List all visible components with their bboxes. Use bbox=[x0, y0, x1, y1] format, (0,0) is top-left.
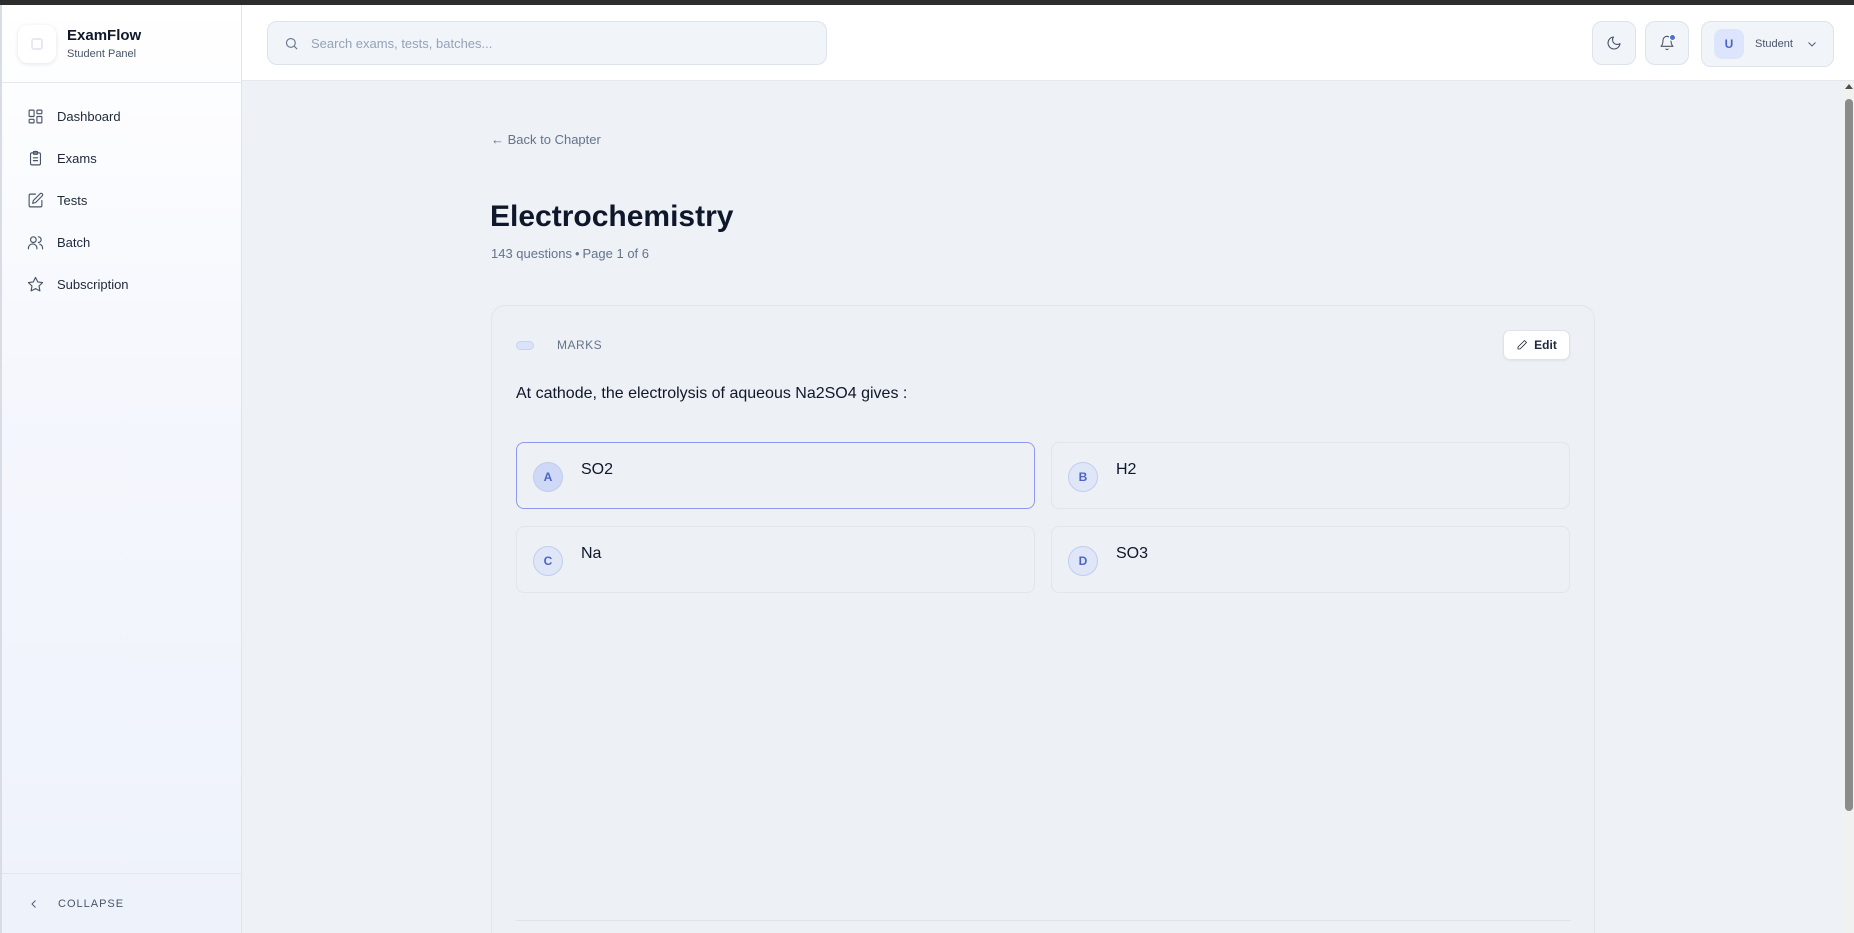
page-scrollbar[interactable] bbox=[1844, 81, 1854, 933]
marks-label: MARKS bbox=[557, 338, 603, 352]
back-to-chapter-link[interactable]: ← Back to Chapter bbox=[491, 132, 601, 147]
option-letter: D bbox=[1068, 546, 1098, 576]
search-input[interactable] bbox=[311, 35, 811, 51]
pencil-icon bbox=[1517, 340, 1528, 350]
scroll-thumb[interactable] bbox=[1845, 99, 1853, 811]
option-a[interactable]: A SO2 bbox=[516, 442, 1035, 509]
sidebar-item-label: Exams bbox=[57, 150, 97, 166]
option-text: Na bbox=[581, 545, 602, 562]
theme-toggle-button[interactable] bbox=[1592, 21, 1636, 65]
option-d[interactable]: D SO3 bbox=[1051, 526, 1570, 593]
sidebar-nav: Dashboard Exams Tests Batch Subscription bbox=[2, 83, 241, 305]
collapse-label: COLLAPSE bbox=[58, 897, 125, 910]
sidebar-item-dashboard[interactable]: Dashboard bbox=[2, 95, 241, 137]
option-c[interactable]: C Na bbox=[516, 526, 1035, 593]
notification-dot bbox=[1669, 34, 1676, 41]
chapter-meta: 143 questions • Page 1 of 6 bbox=[491, 246, 649, 261]
option-b[interactable]: B H2 bbox=[1051, 442, 1570, 509]
option-text: SO2 bbox=[581, 461, 614, 478]
brand: ExamFlow Student Panel bbox=[2, 5, 241, 83]
page-title: Electrochemistry bbox=[490, 200, 734, 233]
sidebar-item-label: Batch bbox=[57, 234, 91, 250]
sidebar-item-subscription[interactable]: Subscription bbox=[2, 263, 241, 305]
page-info: Page 1 of 6 bbox=[582, 246, 650, 261]
user-role: Student bbox=[1755, 38, 1793, 50]
option-text: SO3 bbox=[1116, 545, 1149, 562]
edit-button[interactable]: Edit bbox=[1503, 330, 1570, 360]
sidebar-item-label: Tests bbox=[57, 192, 88, 208]
option-text: H2 bbox=[1116, 461, 1137, 478]
app-logo bbox=[18, 24, 56, 63]
moon-icon bbox=[1607, 36, 1621, 50]
star-icon bbox=[27, 276, 44, 291]
sidebar-item-tests[interactable]: Tests bbox=[2, 179, 241, 221]
panel-label: Student Panel bbox=[67, 48, 137, 60]
sidebar-item-label: Subscription bbox=[57, 276, 129, 292]
option-letter: C bbox=[533, 546, 563, 576]
edit-label: Edit bbox=[1534, 338, 1557, 352]
search-icon bbox=[285, 37, 298, 50]
card-divider bbox=[516, 920, 1571, 921]
sidebar-item-exams[interactable]: Exams bbox=[2, 137, 241, 179]
notifications-button[interactable] bbox=[1645, 21, 1689, 65]
question-card: MARKS Edit At cathode, the electrolysis … bbox=[491, 305, 1595, 933]
chevron-down-icon bbox=[1808, 42, 1816, 47]
edit-check-icon bbox=[28, 192, 44, 207]
option-letter: B bbox=[1068, 462, 1098, 492]
search-box[interactable] bbox=[267, 21, 827, 65]
users-icon bbox=[27, 235, 44, 249]
question-text: At cathode, the electrolysis of aqueous … bbox=[516, 385, 908, 402]
question-count: 143 questions bbox=[491, 246, 572, 261]
sidebar-item-label: Dashboard bbox=[57, 108, 121, 124]
scroll-up-arrow-icon[interactable] bbox=[1845, 84, 1853, 89]
sidebar: ExamFlow Student Panel Dashboard Exams T… bbox=[0, 5, 242, 933]
clipboard-icon bbox=[29, 150, 42, 165]
avatar: U bbox=[1714, 29, 1744, 59]
option-letter: A bbox=[533, 462, 563, 492]
marks-badge bbox=[516, 341, 534, 350]
chevron-left-icon bbox=[31, 899, 36, 908]
user-menu-button[interactable]: U Student bbox=[1701, 21, 1834, 67]
sidebar-item-batch[interactable]: Batch bbox=[2, 221, 241, 263]
meta-separator: • bbox=[574, 246, 580, 261]
app-name: ExamFlow bbox=[67, 27, 142, 44]
dashboard-icon bbox=[28, 109, 43, 123]
top-bar: U Student bbox=[242, 5, 1854, 81]
collapse-button[interactable]: COLLAPSE bbox=[2, 873, 242, 933]
